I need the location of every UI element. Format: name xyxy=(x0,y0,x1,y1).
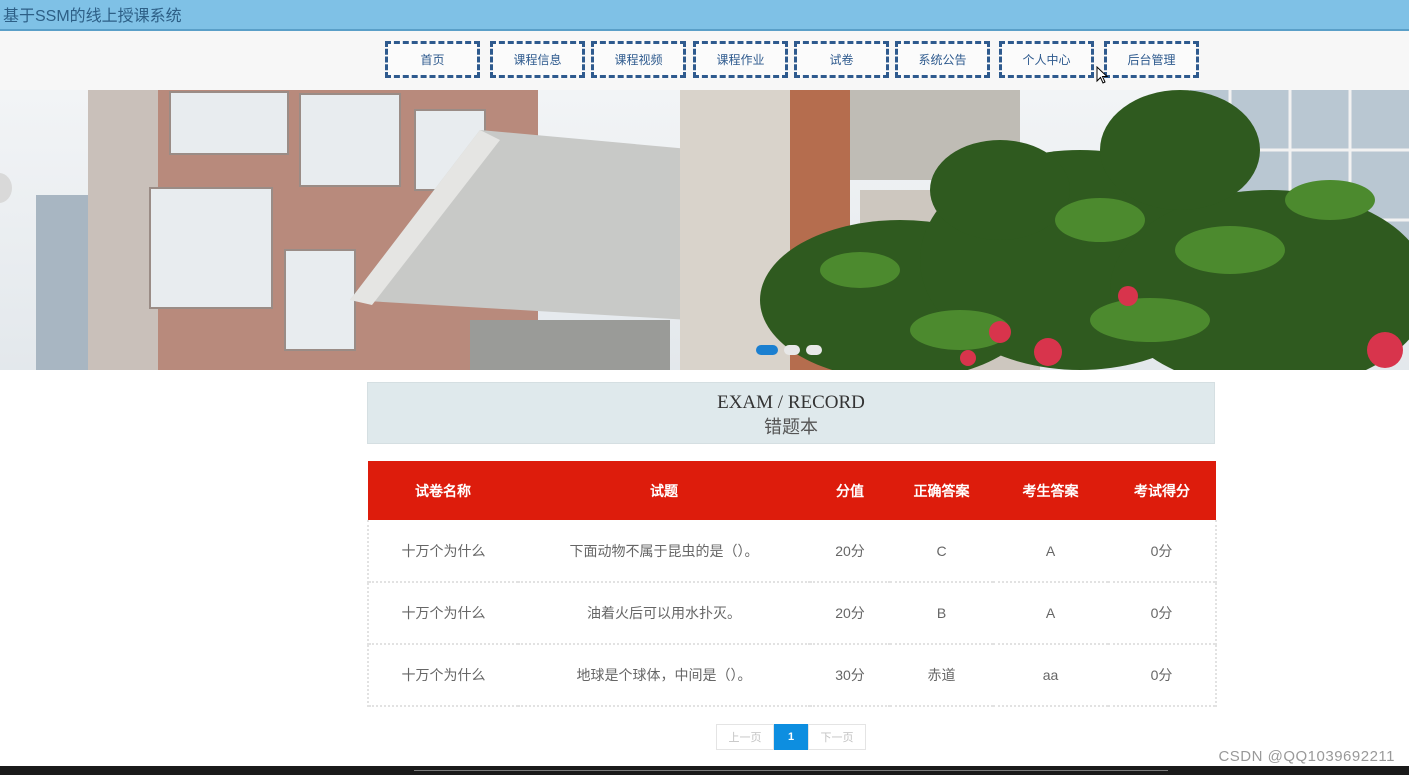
cell-score: 20分 xyxy=(835,605,865,621)
pagination: 上一页 1 下一页 xyxy=(716,724,866,750)
cell-question: 下面动物不属于昆虫的是（）。 xyxy=(569,542,759,559)
cell-score: 20分 xyxy=(835,542,865,559)
nav-item-announcement[interactable]: 系统公告 xyxy=(895,41,990,78)
cell-student-answer: A xyxy=(1045,605,1056,621)
cell-exam-score: 0分 xyxy=(1108,582,1217,644)
cell-correct-answer: C xyxy=(936,542,947,559)
nav-item-personal-center[interactable]: 个人中心 xyxy=(999,41,1094,78)
cell-exam-score: 0分 xyxy=(1108,520,1217,582)
column-header-exam-name: 试卷名称 xyxy=(415,482,471,499)
cell-score: 30分 xyxy=(835,667,865,683)
scroll-indicator xyxy=(414,770,1168,771)
nav-item-course-homework[interactable]: 课程作业 xyxy=(693,41,788,78)
table-row: 十万个为什么 油着火后可以用水扑灭。 20分 B A 0分 xyxy=(367,582,1217,644)
section-title-cn: 错题本 xyxy=(764,417,818,437)
banner-carousel[interactable] xyxy=(0,90,1409,370)
column-header-exam-score: 考试得分 xyxy=(1134,482,1190,499)
cell-correct-answer: 赤道 xyxy=(927,667,956,683)
section-title-en: EXAM / RECORD xyxy=(717,392,865,413)
carousel-indicators xyxy=(756,343,826,357)
cell-question: 地球是个球体，中间是（）。 xyxy=(576,667,752,683)
nav-item-course-video[interactable]: 课程视频 xyxy=(591,41,686,78)
section-header: EXAM / RECORD 错题本 xyxy=(367,382,1215,444)
nav-item-home[interactable]: 首页 xyxy=(385,41,480,78)
cell-exam-name: 十万个为什么 xyxy=(367,644,518,706)
column-header-correct-answer: 正确答案 xyxy=(913,482,970,499)
top-bar: 基于SSM的线上授课系统 xyxy=(0,0,1409,31)
table-header-row: 试卷名称 试题 分值 正确答案 考生答案 考试得分 xyxy=(368,461,1216,520)
table-row: 十万个为什么 地球是个球体，中间是（）。 30分 赤道 aa 0分 xyxy=(367,644,1217,706)
nav-item-course-info[interactable]: 课程信息 xyxy=(490,41,585,78)
cell-student-answer: aa xyxy=(1042,667,1059,683)
carousel-dot-1[interactable] xyxy=(756,345,778,355)
carousel-dot-3[interactable] xyxy=(806,345,822,355)
campus-banner-image xyxy=(0,90,1409,370)
column-header-student-answer: 考生答案 xyxy=(1022,482,1079,499)
column-header-score: 分值 xyxy=(836,482,864,499)
site-title: 基于SSM的线上授课系统 xyxy=(3,8,182,25)
cell-exam-name: 十万个为什么 xyxy=(367,520,518,582)
cell-student-answer: A xyxy=(1045,542,1056,559)
main-nav: 首页 课程信息 课程视频 课程作业 试卷 系统公告 个人中心 后台管理 xyxy=(0,31,1409,90)
next-page-button[interactable]: 下一页 xyxy=(808,724,866,750)
table-row: 十万个为什么 下面动物不属于昆虫的是（）。 20分 C A 0分 xyxy=(367,520,1217,582)
cell-correct-answer: B xyxy=(936,605,947,621)
prev-page-button[interactable]: 上一页 xyxy=(716,724,774,750)
page-1-button[interactable]: 1 xyxy=(774,724,808,750)
column-header-question: 试题 xyxy=(650,482,678,499)
cell-exam-score: 0分 xyxy=(1108,644,1217,706)
wrong-questions-table: 试卷名称 试题 分值 正确答案 考生答案 考试得分 十万个为什么 下面动物不属于… xyxy=(367,461,1217,707)
nav-item-admin[interactable]: 后台管理 xyxy=(1104,41,1199,78)
mouse-cursor-icon xyxy=(1096,66,1108,84)
cell-exam-name: 十万个为什么 xyxy=(367,582,518,644)
cell-question: 油着火后可以用水扑灭。 xyxy=(587,605,741,621)
nav-item-exam[interactable]: 试卷 xyxy=(794,41,889,78)
watermark: CSDN @QQ1039692211 xyxy=(1218,748,1395,765)
carousel-dot-2[interactable] xyxy=(784,345,800,355)
